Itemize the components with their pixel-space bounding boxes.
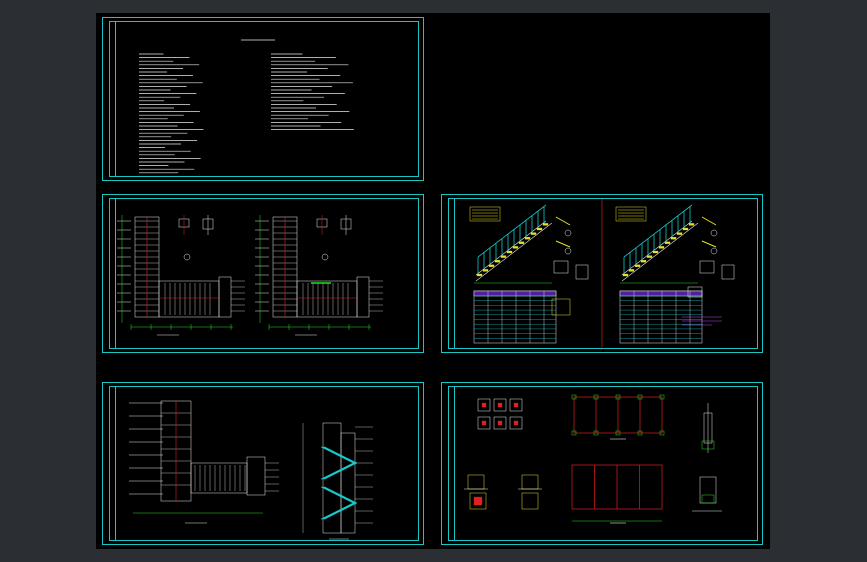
cad-rect: [682, 227, 689, 231]
cad-rect: [518, 241, 525, 244]
cad-rect: [542, 223, 549, 226]
cad-rect: [512, 246, 519, 249]
cad-rect: [494, 260, 501, 263]
cad-rect: [619, 290, 703, 297]
cad-rect: [506, 250, 513, 254]
detail-callout-icon: [710, 247, 718, 255]
cad-rect: [356, 276, 370, 318]
cad-rect: [190, 462, 248, 494]
cad-rect: [521, 474, 539, 490]
cad-line: [701, 240, 717, 248]
cad-rect: [652, 250, 659, 254]
cad-rect: [699, 260, 715, 274]
cad-rect: [701, 494, 715, 504]
stair-flight-section: [320, 446, 358, 480]
detail-callout-icon: [321, 253, 329, 261]
cad-rect: [481, 402, 487, 408]
cad-line: [701, 216, 717, 226]
floor-plans-sheet[interactable]: [102, 194, 424, 353]
cad-rect: [628, 269, 635, 272]
cad-rect: [476, 273, 483, 277]
cad-rect: [473, 290, 557, 297]
cad-rect: [473, 496, 483, 506]
cad-rect: [482, 269, 489, 272]
cad-rect: [530, 232, 537, 235]
cad-rect: [467, 474, 485, 490]
cad-rect: [575, 264, 589, 280]
cad-line: [555, 240, 571, 248]
detail-callout-icon: [183, 253, 191, 261]
plan-and-section-drawings: [129, 400, 373, 540]
detail-callout-icon: [710, 229, 718, 237]
cad-rect: [521, 492, 539, 510]
stair-flight-section: [320, 486, 358, 520]
cad-rect: [488, 264, 495, 267]
cad-rect: [640, 260, 647, 263]
cad-line: [555, 216, 571, 226]
cad-line: [621, 220, 693, 276]
cad-rect: [473, 290, 557, 344]
notes-text-block: [139, 39, 354, 174]
cad-drawing-canvas[interactable]: [96, 13, 770, 549]
cad-rect: [497, 420, 503, 426]
detail-callout-icon: [564, 247, 572, 255]
cad-rect: [218, 276, 232, 318]
steel-stair-details-sheet[interactable]: [441, 194, 763, 353]
cad-rect: [688, 223, 695, 226]
cad-rect: [658, 246, 665, 249]
cad-rect: [246, 456, 266, 496]
cad-line: [475, 220, 547, 276]
cad-rect: [646, 255, 653, 258]
cad-rect: [551, 298, 571, 316]
stair-elevation-drawings: [469, 199, 735, 350]
cad-rect: [670, 237, 677, 240]
cad-rect: [536, 227, 543, 231]
cad-rect: [481, 420, 487, 426]
cad-rect: [664, 241, 671, 244]
cad-rect: [340, 432, 356, 534]
cad-rect: [524, 237, 531, 240]
foundation-plan-sheet[interactable]: [441, 382, 763, 545]
design-notes-sheet[interactable]: [102, 17, 424, 181]
stair-plan-drawings: [117, 215, 383, 336]
detail-callout-icon: [564, 229, 572, 237]
cad-rect: [553, 260, 569, 274]
cad-rect: [500, 255, 507, 258]
cad-rect: [513, 402, 519, 408]
cad-rect: [497, 402, 503, 408]
foundation-drawings: [464, 394, 722, 524]
stair-plan-and-section-sheet[interactable]: [102, 382, 424, 545]
cad-rect: [699, 476, 717, 504]
cad-rect: [721, 264, 735, 280]
cad-rect: [513, 420, 519, 426]
cad-rect: [676, 232, 683, 235]
cad-rect: [634, 264, 641, 267]
cad-rect: [622, 273, 629, 277]
